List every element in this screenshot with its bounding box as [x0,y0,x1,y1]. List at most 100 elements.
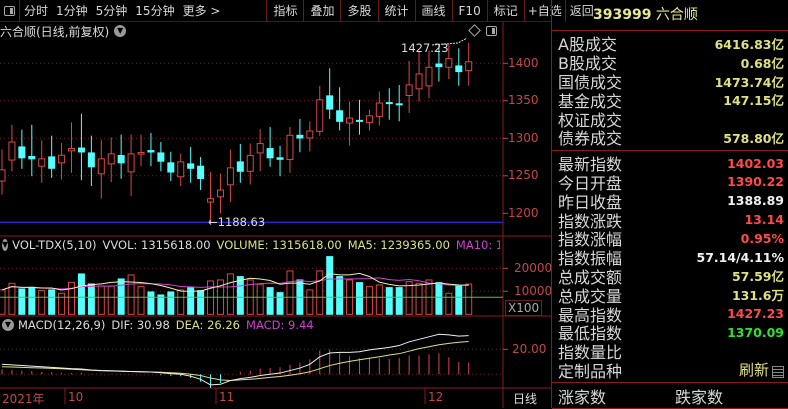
turnover-value: 147.15亿 [723,93,784,109]
candle-up [465,61,473,72]
candle-up [58,154,66,164]
volume-bar [107,285,115,315]
volume-bar [28,286,36,315]
stat-value: 1390.22 [727,174,784,190]
candle-down [187,163,195,169]
date-label: 12 [428,390,444,404]
candle-down [48,156,56,169]
candle-up [256,143,264,154]
stat-value: 57.14/4.11% [696,249,784,265]
volume-bar [157,294,165,315]
candle-up [316,99,324,132]
macd-header: ▼ MACD(12,26,9) DIF: 30.98 DEA: 26.26 MA… [0,317,500,333]
candle-down [435,63,443,68]
macd-tick: 20.00 [512,342,547,356]
volume-bar [236,276,244,315]
chevron-down-icon[interactable]: ▼ [2,239,9,251]
stat-value: 1402.03 [727,155,784,171]
ma10-value: MA10: 12336 [455,238,500,252]
candle-down [395,103,403,106]
price-tick: 1400 [508,56,539,70]
candle-up [0,169,6,182]
candle-down [455,65,463,73]
volume-tick: 10000 [514,284,553,298]
volume-bar [375,284,383,315]
volume-bar [355,282,363,315]
stat-value: 57.59亿 [731,269,784,285]
turnover-value: 578.80亿 [723,130,784,146]
candle-down [167,162,175,173]
low-price-label: ←1188.63 [208,215,266,229]
list-icon[interactable] [772,365,784,378]
volume-bar [38,290,46,315]
volume-bar [147,291,155,315]
candle-up [425,66,433,87]
candle-up [306,130,314,139]
candle-up [216,189,224,198]
volume-bar [97,285,105,315]
price-tick: 1200 [508,206,539,220]
volume-bar [326,256,334,315]
volume-bar [395,287,403,315]
candle-up [8,141,16,161]
volume-bar [276,292,284,315]
volume-bar [336,276,344,315]
candle-up [445,58,453,68]
volume-value: VOLUME: 1315618.00 [216,238,342,252]
volume-bar [48,289,56,315]
volume-bar [167,291,175,315]
candle-up [207,198,215,203]
volume-bar [256,283,264,315]
volume-indicator-name: VOL-TDX(5,10) [12,238,97,252]
volume-header: ▼ VOL-TDX(5,10) VVOL: 1315618.00 VOLUME:… [0,237,500,253]
volume-bar [127,274,135,315]
advance-count-label: 涨家数 [558,387,607,407]
candle-down [18,146,26,159]
stat-label: 定制品种 [558,361,623,381]
candle-down [197,165,205,179]
candle-up [365,115,373,123]
turnover-value: 1473.74亿 [714,74,784,90]
candle-up [127,153,135,173]
volume-bar [286,270,294,315]
candle-up [177,161,185,178]
volume-bar [445,292,453,315]
candlestick-chart[interactable] [0,0,551,408]
candle-up [97,158,105,175]
turnover-row: 债券成交 578.80亿 [552,128,788,148]
volume-bar [316,270,324,315]
volume-bar [68,281,76,315]
turnover-value: 6416.83亿 [714,36,784,52]
candle-up [38,158,46,167]
price-tick: 1250 [508,168,539,182]
refresh-button[interactable]: 刷新 [739,361,769,379]
candle-down [336,110,344,122]
volume-bar [415,282,423,315]
candle-down [157,152,165,162]
panel-header: 393999 六合顺 [552,0,788,31]
stat-value: 0.95% [740,230,784,246]
candle-down [28,156,36,160]
turnover-value: 0.68亿 [740,55,784,71]
date-label: 11 [219,390,235,404]
volume-bar [226,273,234,315]
volume-bar [465,283,473,315]
volume-bar [197,290,205,315]
dif-value: DIF: 30.98 [111,318,170,332]
stat-value: 131.6万 [731,288,784,304]
candle-up [346,117,354,124]
date-label: 2021年 [2,392,45,406]
quote-panel: 393999 六合顺 A股成交 6416.83亿 B股成交 0.68亿 国债成交 1473… [551,0,788,409]
candle-down [236,161,244,172]
volume-bar [266,287,274,315]
vvol-value: VVOL: 1315618.00 [102,238,211,252]
candle-up [405,84,413,96]
volume-bar [405,281,413,315]
stats-list: 最新指数 1402.03 今日开盘 1390.22 昨日收盘 1388.89 指数涨跌 13.… [552,154,788,381]
chevron-down-icon[interactable]: ▼ [2,319,14,331]
volume-bar [137,286,145,315]
period-label[interactable]: 日线 [513,390,537,407]
macd-value: MACD: 9.44 [246,318,314,332]
candle-down [355,119,363,122]
dea-value: DEA: 26.26 [175,318,241,332]
